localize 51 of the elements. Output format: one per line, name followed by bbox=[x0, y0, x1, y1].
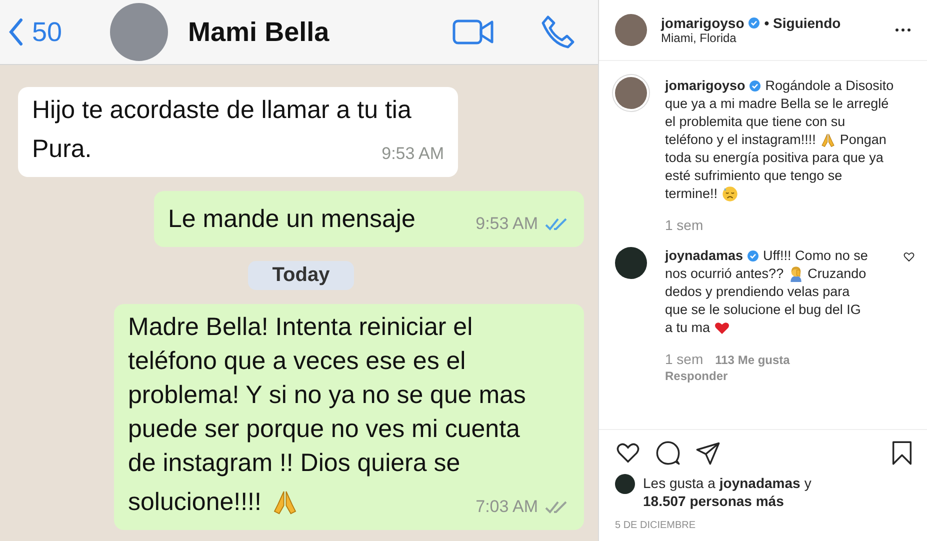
comment-text: el problemita que tiene con su bbox=[665, 113, 846, 131]
following-status[interactable]: • Siguiendo bbox=[764, 15, 841, 31]
comment-text: toda su energía positiva para que ya bbox=[665, 149, 884, 167]
comment-text: esté sufrimiento que tengo se bbox=[665, 167, 842, 185]
comment-text: que ya a mi madre Bella se le arreglé bbox=[665, 95, 889, 113]
username-link[interactable]: joynadamas bbox=[719, 474, 800, 492]
message-time: 7:03 AM bbox=[476, 496, 538, 518]
date-pill: Today bbox=[248, 261, 354, 290]
message-text: Le mande un mensaje bbox=[168, 204, 416, 235]
comment-text: teléfono y el instagram!!!! bbox=[665, 131, 816, 149]
comment-text: Rogándole a Disosito bbox=[765, 77, 894, 95]
sad-face-icon bbox=[722, 186, 738, 202]
video-call-icon[interactable] bbox=[452, 18, 494, 46]
comment-text: dedos y prendiendo velas para bbox=[665, 283, 850, 301]
message-text: solucione!!!! bbox=[128, 487, 262, 518]
message-text: Madre Bella! Intenta reiniciar el bbox=[128, 312, 473, 343]
message-text: de instagram !! Dios quiera se bbox=[128, 448, 460, 479]
message-text: Pura. bbox=[32, 134, 92, 165]
message-text: problema! Y si no ya no se que mas bbox=[128, 380, 526, 411]
message-time: 9:53 AM bbox=[382, 143, 444, 165]
back-chevron-icon[interactable] bbox=[8, 18, 24, 46]
avatar[interactable] bbox=[615, 247, 647, 279]
praying-hands-icon bbox=[820, 132, 836, 148]
comment-text: Cruzando bbox=[808, 265, 866, 283]
comment-text: a tu ma bbox=[665, 319, 710, 337]
facepalm-icon bbox=[788, 266, 804, 282]
message-text: puede ser porque no ves mi cuenta bbox=[128, 414, 520, 445]
contact-name: Mami Bella bbox=[188, 16, 330, 48]
username-link[interactable]: jomarigoyso bbox=[661, 15, 744, 31]
location-link[interactable]: Miami, Florida bbox=[661, 31, 881, 45]
avatar bbox=[615, 474, 635, 494]
likes-text: Les gusta a bbox=[643, 474, 716, 492]
comment-text: Uff!!! Como no se bbox=[763, 247, 868, 265]
likes-count-link[interactable]: 18.507 personas más bbox=[643, 492, 784, 510]
comment-text: que se le solucione el bug del IG bbox=[665, 301, 861, 319]
heart-icon bbox=[714, 320, 730, 336]
comment-bubble-icon[interactable] bbox=[655, 440, 681, 466]
comment-text: Pongan bbox=[840, 131, 886, 149]
comment-text: termine!! bbox=[665, 185, 718, 203]
like-heart-icon[interactable] bbox=[903, 251, 915, 263]
phone-icon[interactable] bbox=[540, 14, 576, 50]
message-time: 9:53 AM bbox=[476, 213, 538, 235]
message-text: Hijo te acordaste de llamar a tu tia bbox=[32, 95, 412, 126]
username-link[interactable]: jomarigoyso bbox=[665, 77, 746, 95]
back-count[interactable]: 50 bbox=[32, 16, 62, 48]
share-paper-plane-icon[interactable] bbox=[695, 440, 721, 466]
username-link[interactable]: joynadamas bbox=[665, 247, 744, 265]
more-options-icon[interactable] bbox=[895, 28, 911, 32]
message-text: teléfono que a veces ese es el bbox=[128, 346, 466, 377]
comment-text: nos ocurrió antes?? bbox=[665, 265, 784, 283]
likes-text: y bbox=[804, 474, 812, 492]
